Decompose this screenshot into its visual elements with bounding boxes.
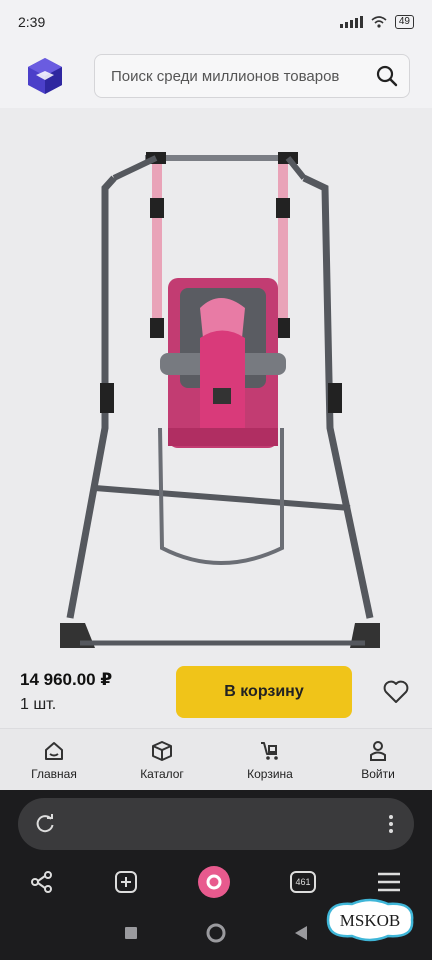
product-quantity[interactable]: 1 шт. [20, 696, 176, 714]
reload-icon[interactable] [34, 813, 56, 835]
status-time: 2:39 [18, 14, 46, 30]
battery-indicator: 49 [394, 15, 414, 29]
back-icon[interactable] [294, 925, 308, 941]
signal-icon [339, 16, 363, 28]
watermark-logo: MSKOB [326, 898, 414, 942]
home-button-icon[interactable] [206, 923, 226, 943]
home-icon [45, 741, 63, 760]
add-to-cart-button[interactable]: В корзину [176, 666, 352, 718]
nav-item-cart[interactable]: Корзина [225, 739, 315, 781]
alice-assistant-button[interactable] [198, 866, 230, 898]
nav-label-home: Главная [31, 766, 77, 781]
catalog-box-icon [152, 740, 172, 761]
nav-item-home[interactable]: Главная [9, 739, 99, 781]
alice-icon [206, 874, 222, 890]
bottom-navigation: Главная Каталог Корзина Войти [0, 728, 432, 790]
nav-label-cart: Корзина [247, 766, 293, 781]
product-image-baby-swing[interactable] [50, 128, 390, 658]
app-logo[interactable] [24, 55, 66, 97]
watermark-text: MSKOB [340, 911, 400, 930]
more-vertical-icon[interactable] [388, 813, 394, 835]
favorite-button[interactable] [380, 676, 412, 708]
search-icon[interactable] [375, 64, 399, 88]
share-icon[interactable] [30, 870, 54, 894]
status-bar: 2:39 49 [0, 0, 432, 44]
cart-icon [261, 741, 278, 760]
nav-item-catalog[interactable]: Каталог [117, 739, 207, 781]
app-header [0, 44, 432, 108]
recent-apps-icon[interactable] [124, 926, 138, 940]
nav-item-login[interactable]: Войти [333, 739, 423, 781]
nav-label-login: Войти [361, 766, 395, 781]
buy-panel: 14 960.00 ₽ 1 шт. В корзину [0, 656, 432, 728]
menu-icon[interactable] [376, 871, 402, 893]
nav-label-catalog: Каталог [140, 766, 184, 781]
wifi-icon [371, 16, 387, 28]
heart-icon[interactable] [383, 680, 409, 704]
product-gallery[interactable] [0, 108, 432, 656]
address-bar[interactable] [18, 798, 414, 850]
status-icons: 49 [339, 15, 414, 29]
product-price: 14 960.00 ₽ [20, 670, 113, 689]
search-box[interactable] [94, 54, 410, 98]
new-tab-icon[interactable] [114, 870, 138, 894]
price-block: 14 960.00 ₽ 1 шт. [20, 670, 176, 714]
search-input[interactable] [111, 67, 375, 85]
tabs-count-button[interactable]: 461 [290, 871, 316, 893]
user-icon [370, 740, 386, 761]
